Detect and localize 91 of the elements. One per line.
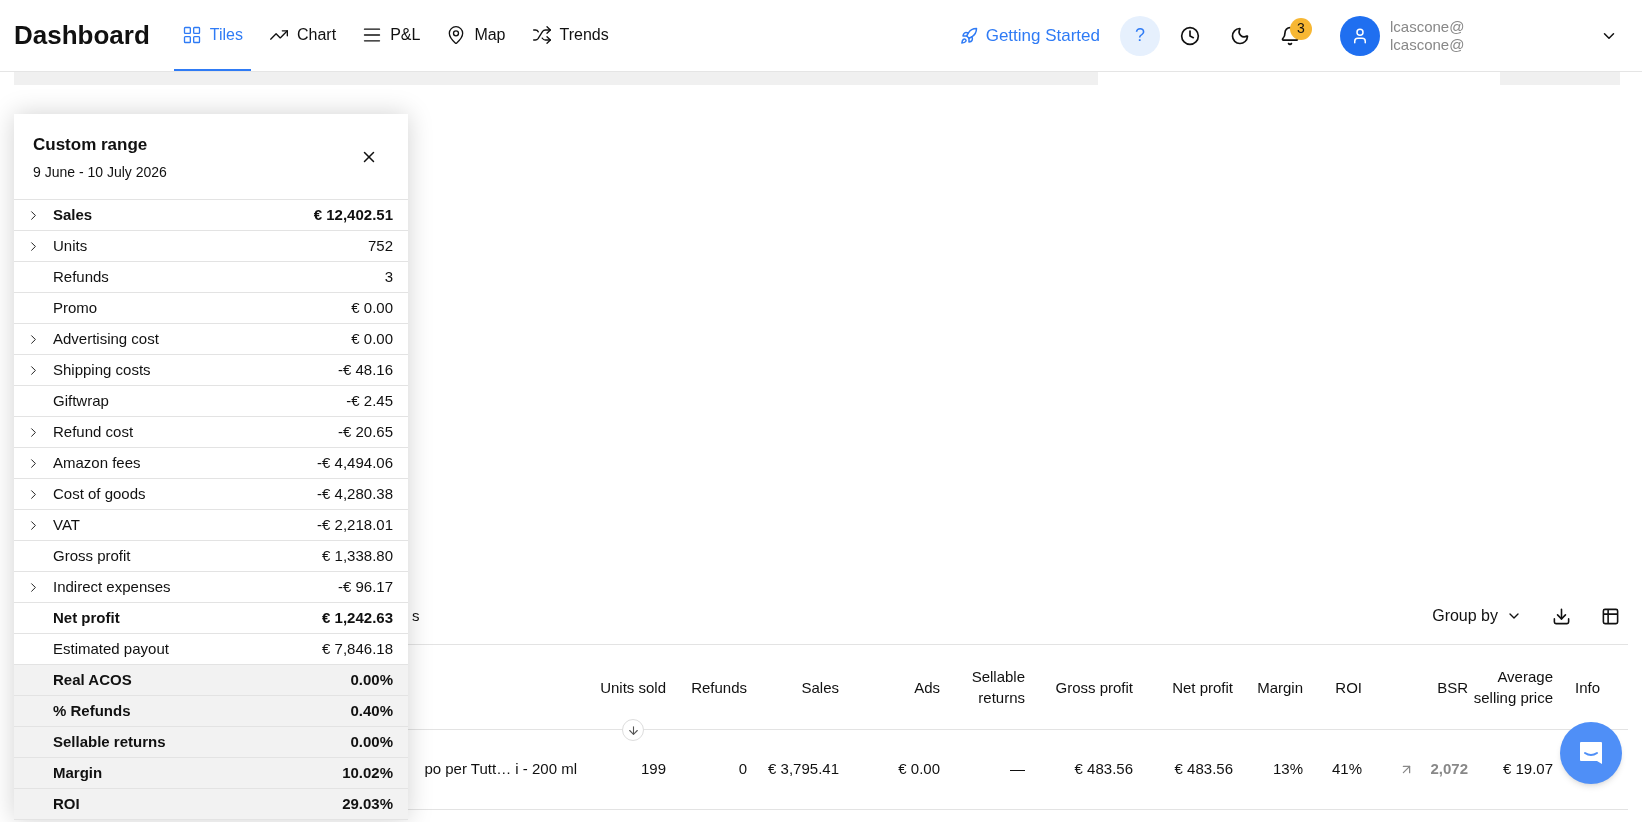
column-header[interactable]: Refunds [691,676,747,698]
metric-label: % Refunds [53,700,132,721]
metric-label: Margin [53,762,104,783]
metric-value: 0.00% [350,669,393,690]
column-header[interactable]: Info [1575,676,1600,698]
metric-value: € 1,338.80 [322,545,393,566]
arrow-down-icon [626,723,640,737]
table-cell-text: 0 [738,759,747,780]
table-cell-text: € 483.56 [1074,759,1133,780]
metric-value: 752 [367,235,393,256]
help-button[interactable]: ? [1120,15,1160,56]
metric-value: 10.02% [342,762,393,783]
metric-label: Units [53,235,89,256]
shuffle-icon [531,24,552,45]
metric-label: VAT [53,514,81,535]
metric-value: € 0.00 [351,328,393,349]
metric-value: -€ 4,494.06 [317,452,393,473]
user-icon [1351,26,1369,45]
nav-tab[interactable]: Trends [523,0,617,71]
nav-tab[interactable]: P&L [354,0,429,71]
metric-label: Refund cost [53,421,135,442]
chat-icon [1577,739,1605,767]
user-avatar[interactable] [1340,15,1380,56]
column-header[interactable]: Sales [801,676,839,698]
metric-value: € 1,242.63 [322,607,393,628]
metric-value: -€ 96.17 [337,576,393,597]
sort-indicator[interactable] [622,719,644,741]
metric-label: Net profit [53,607,121,628]
metric-value: -€ 4,280.38 [317,483,393,504]
metric-label: Promo [53,297,99,318]
metric-value: 29.03% [342,793,393,814]
column-header[interactable]: Margin [1257,676,1303,698]
getting-started-link[interactable]: Getting Started [959,22,1100,49]
date-range: 9 June - 10 July 2026 [33,162,167,182]
nav-tab[interactable]: Map [438,0,514,71]
metric-label: Real ACOS [53,669,133,690]
metric-value: 3 [384,266,393,287]
history-icon[interactable] [1180,25,1200,46]
metric-value: € 0.00 [351,297,393,318]
table-cell-text: 13% [1272,759,1303,780]
download-icon[interactable] [1552,606,1571,626]
table-cell-text: € 0.00 [898,759,940,780]
table-cell-text: 41% [1331,759,1362,780]
user-email: lcascone@ [1390,17,1466,36]
column-header[interactable]: BSR [1437,676,1468,698]
moon-icon[interactable] [1230,25,1250,46]
metric-label: ROI [53,793,81,814]
column-header[interactable]: Net profit [1172,676,1233,698]
page-title: Dashboard [14,19,150,52]
metric-value: € 12,402.51 [313,204,393,225]
metric-value: -€ 2,218.01 [317,514,393,535]
column-header[interactable]: Ads [914,676,940,698]
table-cell-text: — [1010,759,1025,780]
metric-label: Shipping costs [53,359,152,380]
metric-value: -€ 2.45 [346,390,393,411]
rocket-icon [959,26,978,45]
metric-label: Giftwrap [53,390,110,411]
metric-label: Estimated payout [53,638,170,659]
table-cell-text: 199 [640,759,666,780]
metric-value: € 7,846.18 [322,638,393,659]
metric-label: Sellable returns [53,731,167,752]
metric-label: Sales [53,204,94,225]
nav-tab[interactable]: Chart [261,0,345,71]
chat-button[interactable] [1560,722,1622,784]
metric-value: 0.40% [350,700,393,721]
metric-label: Gross profit [53,545,132,566]
grid-icon [181,24,202,45]
metric-value: -€ 48.16 [337,359,393,380]
product-name[interactable]: po per Tutt… i - 200 ml [424,758,577,781]
metric-label: Refunds [53,266,110,287]
metric-label: Amazon fees [53,452,142,473]
column-header[interactable]: Gross profit [1055,676,1133,698]
table-cell-text: € 3,795.41 [768,759,839,780]
group-by-dropdown[interactable]: Group by [1432,604,1522,628]
notification-badge: 3 [1290,17,1312,40]
section-title: s [412,605,420,626]
panel-title: Custom range [33,134,149,156]
table-cell-text: € 483.56 [1174,759,1233,780]
metric-label: Cost of goods [53,483,147,504]
user-email: lcascone@ [1390,35,1466,54]
table-cell-text: 2,072 [1430,759,1468,780]
column-header[interactable]: Units sold [600,676,666,698]
column-header[interactable]: ROI [1335,676,1362,698]
table-cell-text: € 19.07 [1502,759,1553,780]
column-header[interactable]: Sellable returns [942,666,1025,708]
metric-value: 0.00% [350,731,393,752]
metric-label: Indirect expenses [53,576,172,597]
column-header[interactable]: Average selling price [1470,666,1553,708]
metric-label: Advertising cost [53,328,160,349]
columns-icon[interactable] [1601,606,1620,626]
metric-value: -€ 20.65 [337,421,393,442]
